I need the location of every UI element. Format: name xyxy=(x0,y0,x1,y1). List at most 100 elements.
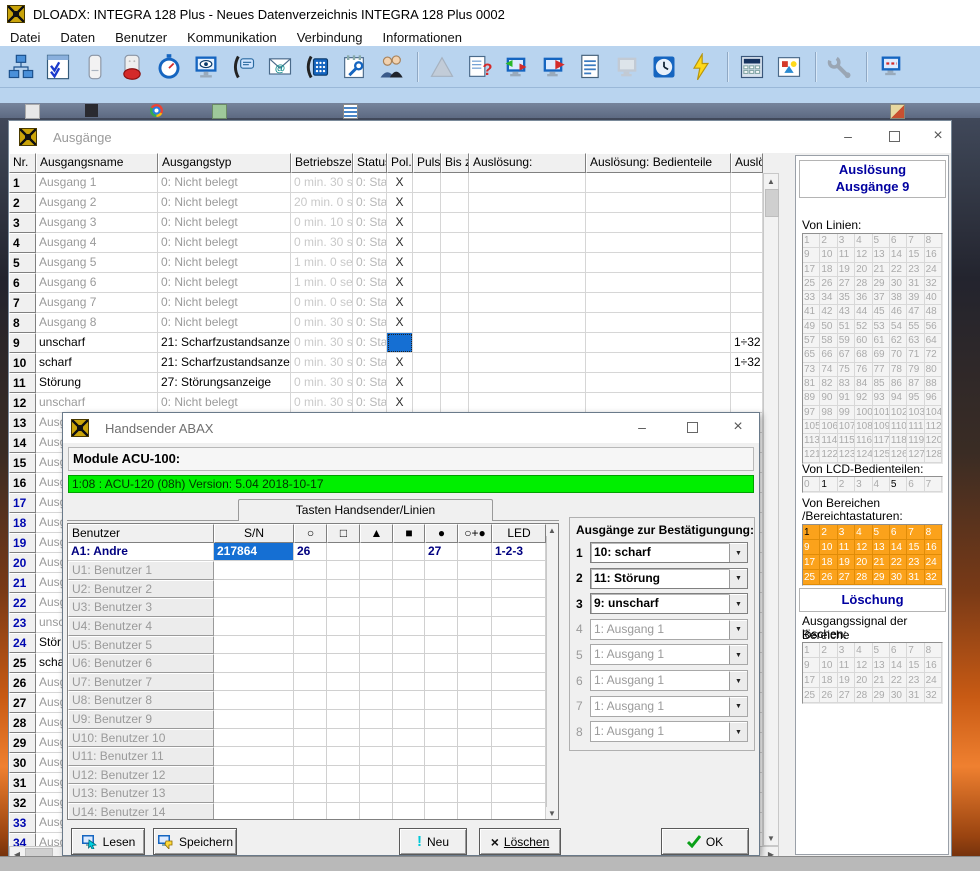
chevron-down-icon[interactable]: ▼ xyxy=(729,543,747,562)
grid-cell-6[interactable]: 6 xyxy=(890,234,907,248)
scroll-thumb[interactable] xyxy=(765,189,779,217)
grid-cell-18[interactable]: 18 xyxy=(820,555,837,570)
cell[interactable] xyxy=(214,710,294,729)
cell[interactable] xyxy=(294,747,327,766)
grid-cell-28[interactable]: 28 xyxy=(855,688,872,703)
cell[interactable]: Ausgang 1 xyxy=(36,173,158,193)
cell[interactable] xyxy=(441,213,469,233)
cell[interactable]: 0 min. 0 sek. xyxy=(291,293,353,313)
cell[interactable]: 1 min. 0 sek. xyxy=(291,273,353,293)
cell[interactable]: 1-2-3 xyxy=(492,543,546,562)
cell[interactable]: X xyxy=(387,393,413,413)
cell[interactable] xyxy=(413,333,441,353)
chevron-down-icon[interactable]: ▼ xyxy=(729,722,747,741)
grid-cell-36[interactable]: 36 xyxy=(855,291,872,305)
grid-cell-33[interactable]: 33 xyxy=(803,291,820,305)
cell[interactable]: 0: Nicht belegt xyxy=(158,393,291,413)
grid-cell-95[interactable]: 95 xyxy=(907,391,924,405)
grid-cell-6[interactable]: 6 xyxy=(907,477,924,492)
grid-cell-41[interactable]: 41 xyxy=(803,305,820,319)
cell[interactable] xyxy=(294,598,327,617)
grid-cell-15[interactable]: 15 xyxy=(907,248,924,262)
table-row[interactable]: 12unscharf0: Nicht belegt0 min. 30 sek.0… xyxy=(9,393,763,413)
checklist-icon[interactable] xyxy=(41,50,75,84)
cell[interactable] xyxy=(586,213,731,233)
cell[interactable]: Ausgang 8 xyxy=(36,313,158,333)
column-header-10[interactable]: Auslösung: Bedienteile xyxy=(586,153,731,173)
cell[interactable] xyxy=(360,580,393,599)
cell[interactable] xyxy=(492,636,546,655)
cell[interactable] xyxy=(469,353,586,373)
cell[interactable]: X xyxy=(387,253,413,273)
phone-keypad-icon[interactable] xyxy=(300,50,334,84)
handsender-user-row[interactable]: U9: Benutzer 9 xyxy=(68,710,558,729)
grid-cell-4[interactable]: 4 xyxy=(855,234,872,248)
cell[interactable]: U8: Benutzer 8 xyxy=(68,691,214,710)
grid-cell-6[interactable]: 6 xyxy=(890,643,907,658)
cell[interactable] xyxy=(492,561,546,580)
grid-cell-11[interactable]: 11 xyxy=(838,540,855,555)
grid-cell-3[interactable]: 3 xyxy=(838,525,855,540)
cell[interactable] xyxy=(327,598,360,617)
cell[interactable] xyxy=(393,617,425,636)
grid-cell-29[interactable]: 29 xyxy=(873,277,890,291)
service-notes-icon[interactable] xyxy=(337,50,371,84)
cell[interactable] xyxy=(492,580,546,599)
column-header-4[interactable]: Betriebszeit xyxy=(291,153,353,173)
grid-cell-9[interactable]: 9 xyxy=(803,658,820,673)
grid-cell-79[interactable]: 79 xyxy=(907,363,924,377)
cell[interactable] xyxy=(294,729,327,748)
cell[interactable] xyxy=(360,766,393,785)
handsender-user-row[interactable]: U8: Benutzer 8 xyxy=(68,691,558,710)
cell[interactable] xyxy=(586,193,731,213)
grid-cell-31[interactable]: 31 xyxy=(907,570,924,585)
cell[interactable]: 0 min. 10 sek. xyxy=(291,213,353,233)
grid-cell-8[interactable]: 8 xyxy=(925,234,942,248)
grid-cell-30[interactable]: 30 xyxy=(890,688,907,703)
cell[interactable] xyxy=(441,273,469,293)
cell[interactable]: 0: Star xyxy=(353,213,387,233)
column-header-11[interactable]: Auslös xyxy=(731,153,763,173)
cell[interactable] xyxy=(731,193,763,213)
cell[interactable] xyxy=(425,598,458,617)
grid-cell-114[interactable]: 114 xyxy=(820,434,837,448)
cell[interactable]: Ausgang 2 xyxy=(36,193,158,213)
speichern-button[interactable]: Speichern xyxy=(153,828,237,855)
grid-cell-22[interactable]: 22 xyxy=(890,673,907,688)
cell[interactable] xyxy=(425,729,458,748)
grid-cell-99[interactable]: 99 xyxy=(838,406,855,420)
handsender-active-row[interactable]: A1: Andre21786426271-2-3 xyxy=(68,543,558,562)
loeschen-button[interactable]: × Löschen xyxy=(479,828,561,855)
selected-cell[interactable] xyxy=(387,333,413,353)
clock-icon[interactable] xyxy=(647,50,681,84)
grid-cell-17[interactable]: 17 xyxy=(803,673,820,688)
cell[interactable] xyxy=(327,691,360,710)
handsender-user-row[interactable]: U4: Benutzer 4 xyxy=(68,617,558,636)
grid-cell-117[interactable]: 117 xyxy=(873,434,890,448)
handsender-column-3[interactable]: ○ xyxy=(294,524,327,543)
cell[interactable] xyxy=(214,691,294,710)
grid-cell-43[interactable]: 43 xyxy=(838,305,855,319)
handsender-table-scrollbar[interactable]: ▲ ▼ xyxy=(546,524,559,819)
cell[interactable]: A1: Andre xyxy=(68,543,214,562)
cell[interactable] xyxy=(393,784,425,803)
grid-cell-124[interactable]: 124 xyxy=(855,448,872,462)
grid-cell-74[interactable]: 74 xyxy=(820,363,837,377)
grid-cell-38[interactable]: 38 xyxy=(890,291,907,305)
grid-cell-10[interactable]: 10 xyxy=(820,658,837,673)
grid-cell-27[interactable]: 27 xyxy=(838,688,855,703)
cell[interactable] xyxy=(441,313,469,333)
cell[interactable] xyxy=(425,784,458,803)
grid-cell-73[interactable]: 73 xyxy=(803,363,820,377)
cell[interactable] xyxy=(327,784,360,803)
grid-cell-13[interactable]: 13 xyxy=(873,540,890,555)
cell[interactable] xyxy=(469,233,586,253)
cell[interactable] xyxy=(441,173,469,193)
cell[interactable] xyxy=(214,654,294,673)
grid-cell-63[interactable]: 63 xyxy=(907,334,924,348)
cell[interactable] xyxy=(327,673,360,692)
handsender-user-row[interactable]: U2: Benutzer 2 xyxy=(68,580,558,599)
grid-cell-12[interactable]: 12 xyxy=(855,248,872,262)
triangle-icon[interactable] xyxy=(425,50,459,84)
grid-cell-18[interactable]: 18 xyxy=(820,263,837,277)
